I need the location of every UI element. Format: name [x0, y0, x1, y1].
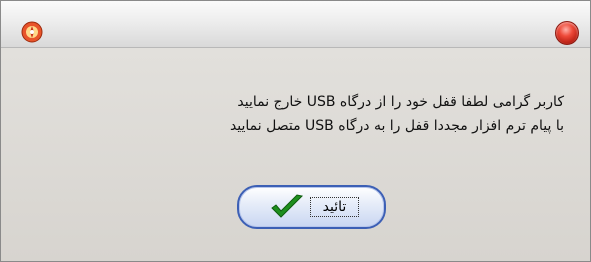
dialog-window: کاربر گرامی لطفا قفل خود را از درگاه USB…	[0, 0, 591, 262]
message-line-1: کاربر گرامی لطفا قفل خود را از درگاه USB…	[237, 94, 564, 110]
dialog-body: کاربر گرامی لطفا قفل خود را از درگاه USB…	[1, 48, 590, 261]
ok-button[interactable]: تائید	[237, 185, 386, 229]
app-emblem-icon	[21, 21, 43, 43]
close-button[interactable]	[555, 21, 579, 45]
message-line-2: با پیام ترم افزار مجددا قفل را به درگاه …	[229, 118, 564, 134]
title-bar[interactable]	[1, 1, 590, 48]
check-icon	[271, 194, 304, 218]
ok-button-label: تائید	[310, 197, 359, 217]
